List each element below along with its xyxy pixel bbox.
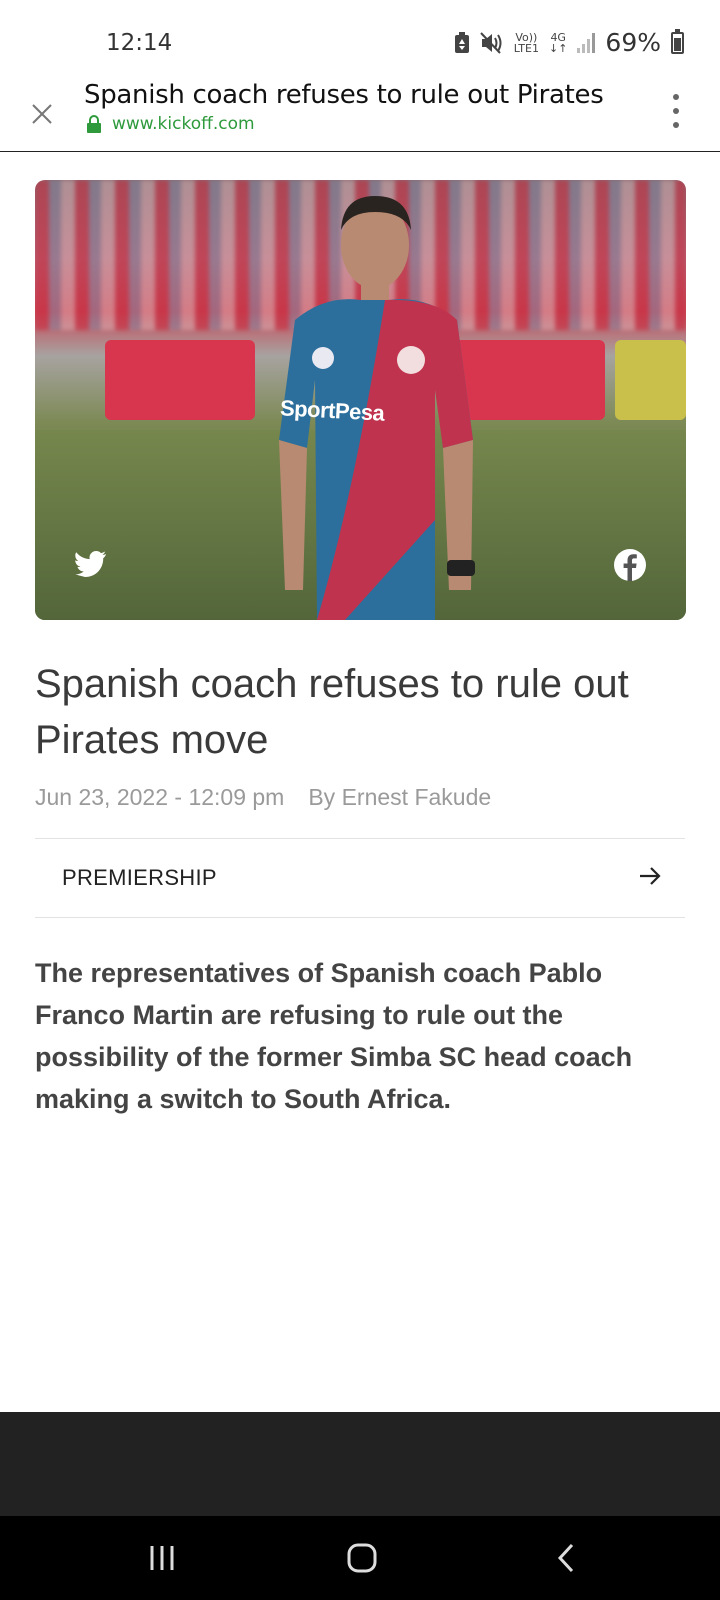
category-link[interactable]: PREMIERSHIP <box>35 838 685 918</box>
shirt-sponsor-text: SportPesa <box>279 395 385 426</box>
more-vertical-icon[interactable] <box>670 94 682 128</box>
hero-image: SportPesa <box>35 180 686 620</box>
category-label: PREMIERSHIP <box>62 865 217 890</box>
article-headline: Spanish coach refuses to rule out Pirate… <box>35 662 629 762</box>
system-nav-bar <box>0 1516 720 1600</box>
battery-saver-icon <box>454 31 469 53</box>
hero-banner <box>615 340 686 420</box>
network-arrows: ↓↑ <box>548 41 568 55</box>
signal-icon <box>577 32 596 53</box>
back-icon[interactable] <box>546 1540 586 1576</box>
network-type: 4G <box>550 30 566 44</box>
volte-top: Vo)) <box>515 30 538 44</box>
bottom-band <box>0 1412 720 1516</box>
twitter-icon[interactable] <box>75 550 107 578</box>
article-meta: Jun 23, 2022 - 12:09 pm By Ernest Fakude <box>35 784 491 811</box>
volte-bottom: LTE1 <box>513 41 539 55</box>
home-icon[interactable] <box>342 1540 382 1576</box>
recent-apps-icon[interactable] <box>142 1540 182 1576</box>
network-indicator: 4G ↓↑ <box>549 32 567 54</box>
article-author[interactable]: By Ernest Fakude <box>308 784 491 811</box>
article-lead: The representatives of Spanish coach Pab… <box>35 958 633 1114</box>
battery-icon <box>671 28 684 54</box>
battery-percent: 69% <box>605 28 661 57</box>
tab-url: www.kickoff.com <box>112 114 255 134</box>
status-time: 12:14 <box>106 30 173 56</box>
close-icon[interactable] <box>24 94 60 130</box>
hero-banner <box>105 340 255 420</box>
article-date: Jun 23, 2022 - 12:09 pm <box>35 784 285 810</box>
tab-url-row[interactable]: www.kickoff.com <box>86 114 255 134</box>
status-bar: 12:14 Vo)) LTE1 4G ↓↑ 69% <box>0 0 720 80</box>
facebook-icon[interactable] <box>613 548 647 582</box>
mute-icon <box>479 31 502 54</box>
volte-indicator: Vo)) LTE1 <box>514 32 539 54</box>
battery-fill <box>674 38 681 51</box>
arrow-right-icon <box>640 867 661 885</box>
custom-tab-header: Spanish coach refuses to rule out Pirate… <box>0 80 720 152</box>
status-icons: Vo)) LTE1 4G ↓↑ 69% <box>454 28 684 57</box>
lock-icon <box>87 115 101 133</box>
tab-title: Spanish coach refuses to rule out Pirate… <box>84 80 604 110</box>
